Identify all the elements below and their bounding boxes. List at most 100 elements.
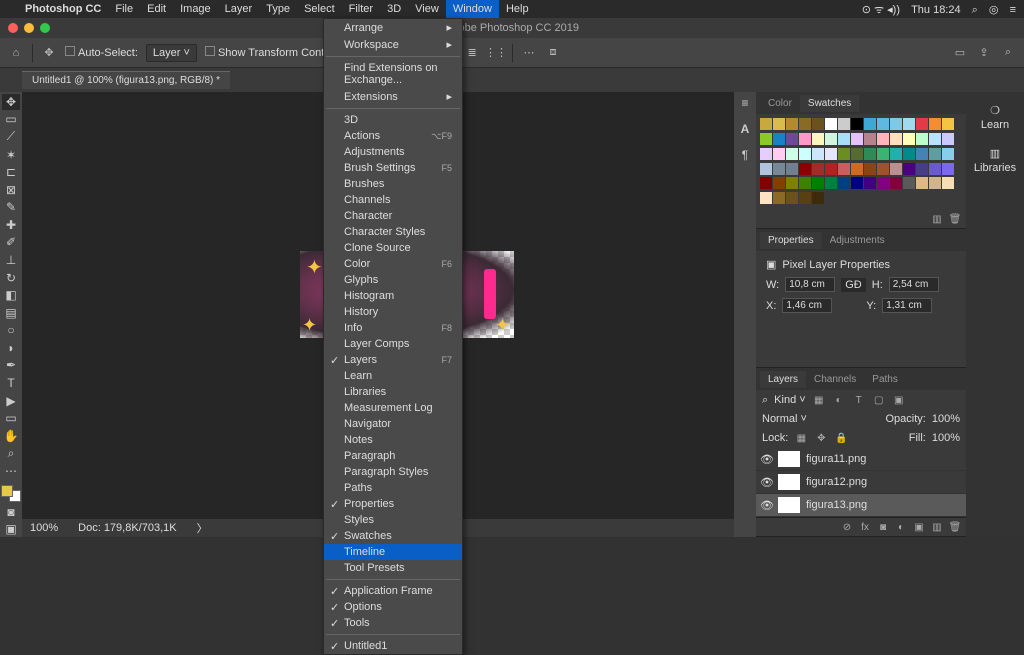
menu-item-libraries[interactable]: Libraries: [324, 384, 462, 400]
menu-item-untitled1[interactable]: ✓Untitled1: [324, 638, 462, 654]
menu-filter[interactable]: Filter: [342, 0, 380, 18]
blend-mode-select[interactable]: Normal ˅: [762, 413, 880, 425]
width-field[interactable]: [785, 277, 835, 292]
link-wh-button[interactable]: GĐ: [841, 278, 866, 292]
swatch[interactable]: [825, 163, 837, 175]
swatch[interactable]: [773, 192, 785, 204]
menu-image[interactable]: Image: [173, 0, 218, 18]
swatch[interactable]: [773, 118, 785, 130]
panel-toggle-icon[interactable]: ▭: [952, 45, 968, 61]
menu-item-brushes[interactable]: Brushes: [324, 176, 462, 192]
swatch[interactable]: [877, 118, 889, 130]
distribute-icon[interactable]: ⋮⋮: [488, 45, 504, 61]
menu-item-notes[interactable]: Notes: [324, 432, 462, 448]
menu-item-character[interactable]: Character: [324, 208, 462, 224]
x-field[interactable]: [782, 298, 832, 313]
swatch[interactable]: [812, 177, 824, 189]
swatch[interactable]: [799, 192, 811, 204]
menu-view[interactable]: View: [408, 0, 446, 18]
window-menu-dropdown[interactable]: Arrange▸Workspace▸Find Extensions on Exc…: [323, 18, 463, 655]
swatch[interactable]: [916, 148, 928, 160]
lock-pixels-icon[interactable]: ▦: [794, 431, 808, 445]
menu-item-extensions[interactable]: Extensions▸: [324, 88, 462, 105]
menu-item-learn[interactable]: Learn: [324, 368, 462, 384]
swatch[interactable]: [760, 163, 772, 175]
new-layer-icon[interactable]: ▥: [930, 520, 944, 534]
paragraph-panel-icon[interactable]: ¶: [736, 146, 754, 164]
menu-item-workspace[interactable]: Workspace▸: [324, 36, 462, 53]
swatch[interactable]: [773, 133, 785, 145]
show-transform-checkbox[interactable]: [205, 46, 215, 56]
delete-swatch-icon[interactable]: 🗑: [948, 212, 962, 226]
document-tab[interactable]: Untitled1 @ 100% (figura13.png, RGB/8) *: [22, 71, 230, 89]
swatch[interactable]: [825, 133, 837, 145]
swatch[interactable]: [812, 148, 824, 160]
visibility-icon[interactable]: 👁: [760, 476, 772, 489]
swatch[interactable]: [838, 163, 850, 175]
menu-help[interactable]: Help: [499, 0, 536, 18]
swatch[interactable]: [760, 177, 772, 189]
color-tab[interactable]: Color: [760, 95, 800, 112]
swatch[interactable]: [877, 163, 889, 175]
swatch[interactable]: [838, 118, 850, 130]
swatch[interactable]: [851, 163, 863, 175]
y-field[interactable]: [882, 298, 932, 313]
auto-select-target[interactable]: Layer ˅: [146, 44, 197, 62]
filter-kind-icon[interactable]: ⌕: [762, 394, 768, 407]
swatch[interactable]: [786, 192, 798, 204]
fill-field[interactable]: 100%: [932, 432, 960, 444]
menu-item-layer-comps[interactable]: Layer Comps: [324, 336, 462, 352]
swatch[interactable]: [760, 133, 772, 145]
layer-thumb[interactable]: [778, 497, 800, 513]
search-icon[interactable]: ⌕: [972, 4, 978, 16]
swatch[interactable]: [916, 163, 928, 175]
menu-item-tools[interactable]: ✓Tools: [324, 615, 462, 631]
gradient-tool[interactable]: ▤: [2, 305, 20, 321]
adjustment-layer-icon[interactable]: ◐: [894, 520, 908, 534]
swatch[interactable]: [812, 163, 824, 175]
swatch[interactable]: [877, 148, 889, 160]
menu-item-navigator[interactable]: Navigator: [324, 416, 462, 432]
swatch[interactable]: [838, 177, 850, 189]
layer-row[interactable]: 👁figura13.png: [756, 494, 966, 517]
swatch[interactable]: [812, 118, 824, 130]
menu-item-brush-settings[interactable]: Brush SettingsF5: [324, 160, 462, 176]
zoom-level[interactable]: 100%: [30, 522, 58, 534]
quick-mask[interactable]: ◙: [2, 504, 20, 520]
swatch[interactable]: [929, 177, 941, 189]
swatch[interactable]: [786, 118, 798, 130]
doc-size[interactable]: Doc: 179,8K/703,1K: [78, 522, 176, 534]
menu-item-layers[interactable]: ✓LayersF7: [324, 352, 462, 368]
swatch[interactable]: [851, 133, 863, 145]
screen-mode[interactable]: ▣: [2, 522, 20, 538]
swatch[interactable]: [825, 118, 837, 130]
menu-item-arrange[interactable]: Arrange▸: [324, 19, 462, 36]
swatch[interactable]: [903, 118, 915, 130]
properties-tab[interactable]: Properties: [760, 232, 822, 249]
swatch[interactable]: [812, 133, 824, 145]
hand-tool[interactable]: ✋: [2, 428, 20, 444]
layer-thumb[interactable]: [778, 474, 800, 490]
menu-item-color[interactable]: ColorF6: [324, 256, 462, 272]
swatch-grid[interactable]: [756, 114, 966, 210]
quick-select-tool[interactable]: ✶: [2, 147, 20, 163]
menu-item-actions[interactable]: Actions⌥F9: [324, 128, 462, 144]
swatch[interactable]: [864, 177, 876, 189]
menu-item-paths[interactable]: Paths: [324, 480, 462, 496]
swatch[interactable]: [916, 177, 928, 189]
layer-mask-icon[interactable]: ◙: [876, 520, 890, 534]
swatch[interactable]: [903, 133, 915, 145]
swatch[interactable]: [916, 118, 928, 130]
libraries-button[interactable]: ▥Libraries: [970, 143, 1020, 178]
healing-tool[interactable]: ✚: [2, 217, 20, 233]
swatch[interactable]: [799, 177, 811, 189]
swatch[interactable]: [942, 133, 954, 145]
swatch[interactable]: [760, 118, 772, 130]
swatch[interactable]: [942, 177, 954, 189]
swatch[interactable]: [838, 133, 850, 145]
link-layers-icon[interactable]: ⊘: [840, 520, 854, 534]
swatch[interactable]: [864, 133, 876, 145]
menu-item-histogram[interactable]: Histogram: [324, 288, 462, 304]
close-window-button[interactable]: [8, 23, 18, 33]
menu-window[interactable]: Window: [446, 0, 499, 18]
